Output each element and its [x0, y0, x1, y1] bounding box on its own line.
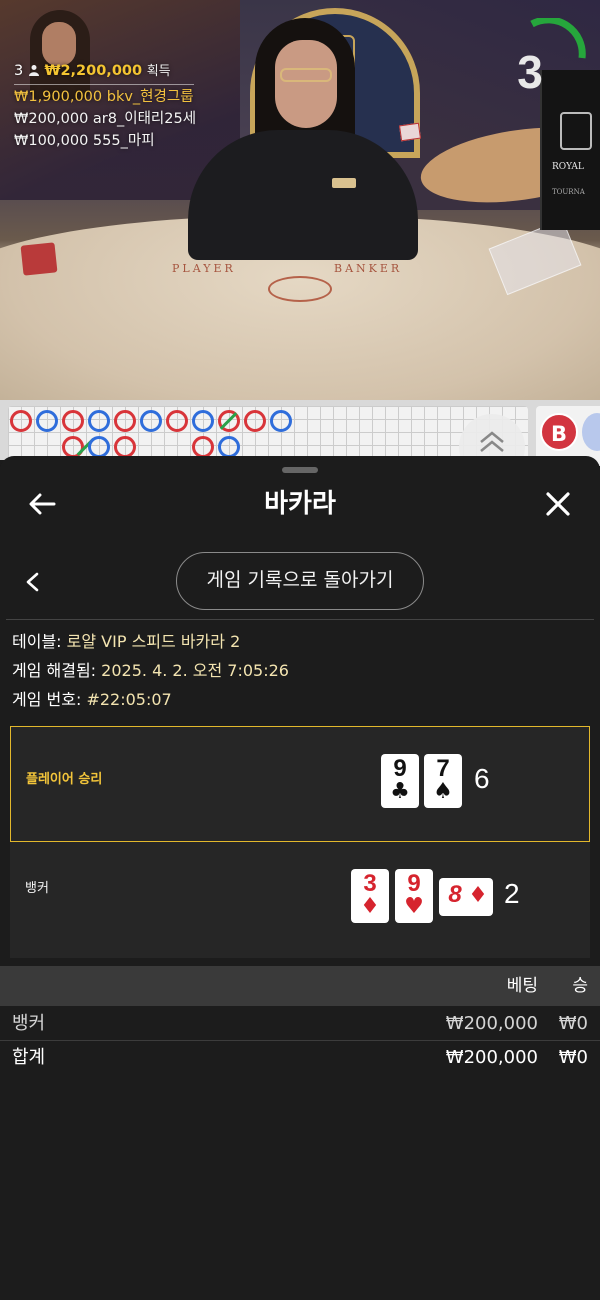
table-row: 합계 ₩200,000 ₩0 [0, 1041, 600, 1075]
win-amount: ₩0 [558, 1013, 588, 1034]
game-number-label: 게임 번호: [12, 690, 82, 709]
winners-count: 3 [14, 63, 24, 79]
winner-name: 555_마피 [92, 133, 155, 149]
winner-row: ₩100,000 555_마피 [14, 130, 196, 152]
player-result: 플레이어 승리 9 ♣ 7 ♠ 6 [10, 726, 590, 842]
game-history-sheet: 바카라 게임 기록으로 돌아가기 테이블: 로얄 VIP 스피드 바카라 2 게… [0, 456, 600, 1300]
dealer-face [275, 40, 337, 128]
royal-board-sub: TOURNA [552, 188, 585, 196]
heart-icon: ♥ [404, 894, 424, 919]
winner-amount: ₩200,000 [14, 111, 89, 127]
winner-name: bkv_현경그룹 [106, 89, 194, 105]
table-card [398, 122, 422, 142]
road-bead-player [270, 410, 292, 432]
table-info-value: 로얄 VIP 스피드 바카라 2 [66, 632, 241, 651]
banker-score: 2 [504, 878, 520, 909]
total-label: 합계 [12, 1047, 46, 1068]
road-bead-banker [62, 410, 84, 432]
road-bead-player [36, 410, 58, 432]
win-column-header: 승 [572, 976, 588, 996]
dealer-badge [332, 178, 356, 188]
road-bead-banker [114, 410, 136, 432]
player-card: 9 ♣ [381, 754, 419, 808]
banker-card: 3 ♦ [351, 869, 389, 923]
winner-amount: ₩100,000 [14, 133, 89, 149]
bet-column-header: 베팅 [506, 976, 538, 996]
sheet-grabber[interactable] [282, 467, 318, 473]
back-to-history-button[interactable]: 게임 기록으로 돌아가기 [176, 552, 424, 610]
countdown-timer: 3 [517, 46, 543, 98]
road-bead-player [192, 410, 214, 432]
person-icon [28, 65, 39, 76]
game-number-info: 게임 번호: #22:05:07 [12, 689, 172, 711]
banker-third-card: 8 ♦ [439, 878, 493, 916]
live-video: PLAYER BANKER ROYAL TOURNA 3 ₩2,200,000 … [0, 0, 600, 400]
table-logo-icon [268, 276, 332, 302]
divider [6, 619, 594, 620]
player-card: 7 ♠ [424, 754, 462, 808]
road-bead-banker [62, 436, 84, 458]
winner-row: ₩200,000 ar8_이태리25세 [14, 108, 196, 130]
resolved-info-value: 2025. 4. 2. 오전 7:05:26 [101, 661, 289, 680]
roadmap-banker-badge[interactable]: B [540, 413, 578, 451]
double-chevron-up-icon [480, 431, 504, 452]
winner-row: ₩1,900,000 bkv_현경그룹 [14, 86, 196, 108]
royal-emblem-icon [560, 112, 592, 150]
chevron-left-icon [26, 572, 39, 592]
royal-board-brand: ROYAL [552, 162, 584, 172]
chevron-back-button[interactable] [12, 562, 52, 602]
table-info-label: 테이블: [12, 632, 62, 651]
road-bead-banker [192, 436, 214, 458]
winners-panel: 3 ₩2,200,000 획득 ₩1,900,000 bkv_현경그룹 ₩200… [14, 60, 196, 152]
road-bead-player [218, 436, 240, 458]
bets-table-header: 베팅 승 [0, 966, 600, 1006]
total-amount: ₩200,000 [445, 1047, 538, 1068]
winner-name: ar8_이태리25세 [92, 111, 197, 127]
winners-total-label: 획득 [146, 64, 171, 79]
player-result-label: 플레이어 승리 [26, 772, 103, 787]
road-bead-player [88, 410, 110, 432]
winners-summary: 3 ₩2,200,000 획득 [14, 60, 196, 83]
road-bead-player [140, 410, 162, 432]
table-info: 테이블: 로얄 VIP 스피드 바카라 2 [12, 631, 240, 653]
close-button[interactable] [538, 484, 578, 524]
table-player-text: PLAYER [172, 262, 236, 275]
game-number-value: #22:05:07 [86, 690, 172, 709]
banker-card: 9 ♥ [395, 869, 433, 923]
road-bead-player [88, 436, 110, 458]
winners-divider [14, 84, 194, 85]
banker-result: 뱅커 3 ♦ 9 ♥ 8 ♦ 2 [10, 842, 590, 958]
resolved-info-label: 게임 해결됨: [12, 661, 97, 680]
diamond-icon: ♦ [360, 894, 380, 919]
player-score: 6 [474, 763, 490, 794]
club-icon: ♣ [390, 779, 410, 804]
dealer-glasses [280, 68, 332, 82]
resolved-info: 게임 해결됨: 2025. 4. 2. 오전 7:05:26 [12, 660, 289, 682]
dealer [188, 130, 418, 260]
banker-result-label: 뱅커 [25, 881, 49, 896]
road-bead-banker [244, 410, 266, 432]
road-bead-banker [10, 410, 32, 432]
table-banker-text: BANKER [334, 262, 403, 275]
road-bead-banker [114, 436, 136, 458]
sheet-title: 바카라 [264, 489, 336, 519]
total-win: ₩0 [558, 1047, 588, 1068]
bet-label: 뱅커 [12, 1013, 46, 1034]
table-row: 뱅커 ₩200,000 ₩0 [0, 1007, 600, 1041]
road-bead-banker [166, 410, 188, 432]
diamond-icon: ♦ [468, 883, 488, 908]
spade-icon: ♠ [433, 779, 453, 804]
bet-amount: ₩200,000 [445, 1013, 538, 1034]
winner-amount: ₩1,900,000 [14, 89, 103, 105]
discard-cards [20, 242, 58, 276]
winners-total: ₩2,200,000 [44, 63, 143, 79]
close-icon [546, 492, 570, 516]
